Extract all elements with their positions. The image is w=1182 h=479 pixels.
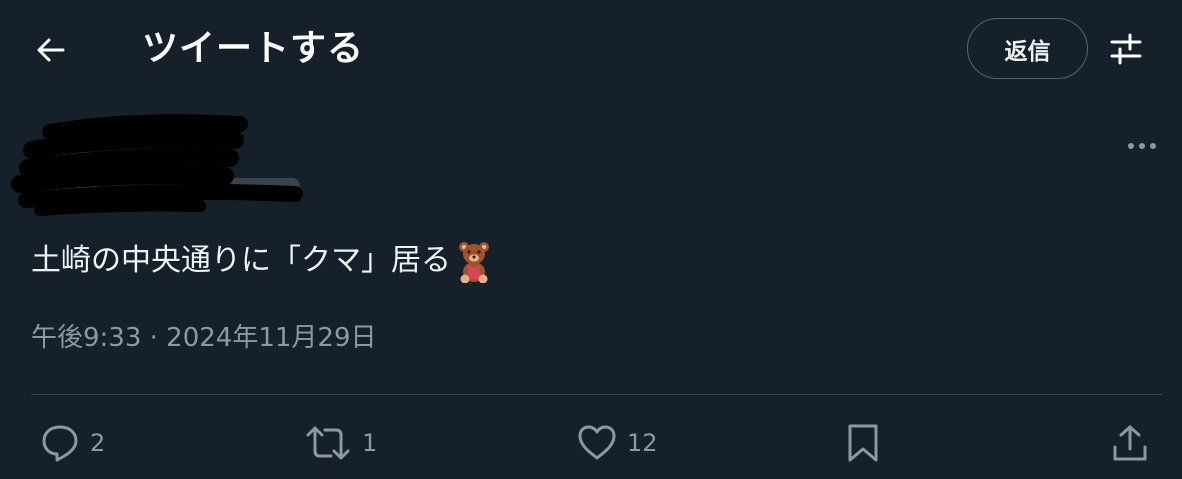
sliders-icon [1110, 33, 1142, 65]
share-icon [1113, 425, 1147, 461]
retweet-action[interactable]: 1 [304, 418, 377, 468]
heart-icon [578, 425, 616, 460]
header: ツイートする 返信 [0, 0, 1182, 96]
page-title: ツイートする [142, 28, 365, 69]
bookmark-icon [848, 424, 878, 462]
retweet-icon [306, 426, 350, 460]
back-button[interactable] [28, 30, 72, 70]
share-action[interactable] [1111, 418, 1149, 468]
reply-count: 2 [90, 429, 106, 457]
teddy-bear-emoji [459, 242, 489, 283]
like-count: 12 [627, 429, 658, 457]
more-horizontal-icon [1128, 143, 1156, 149]
redaction-scribble [11, 114, 303, 216]
retweet-count: 1 [362, 429, 378, 457]
reply-icon [42, 425, 78, 462]
tweet-body: 土崎の中央通りに「クマ」居る [31, 243, 451, 278]
arrow-left-icon [37, 38, 65, 62]
tweet-timestamp[interactable]: 午後9:33 · 2024年11月29日 [31, 318, 377, 358]
reply-action[interactable]: 2 [40, 418, 105, 468]
reply-button[interactable]: 返信 [967, 18, 1088, 79]
more-options-button[interactable] [1122, 132, 1162, 160]
like-action[interactable]: 12 [577, 418, 658, 468]
divider [31, 394, 1162, 395]
tweet-text: 土崎の中央通りに「クマ」居る [31, 236, 491, 286]
redacted-author-info [10, 110, 320, 220]
bookmark-action[interactable] [846, 418, 880, 468]
settings-button[interactable] [1106, 29, 1146, 69]
